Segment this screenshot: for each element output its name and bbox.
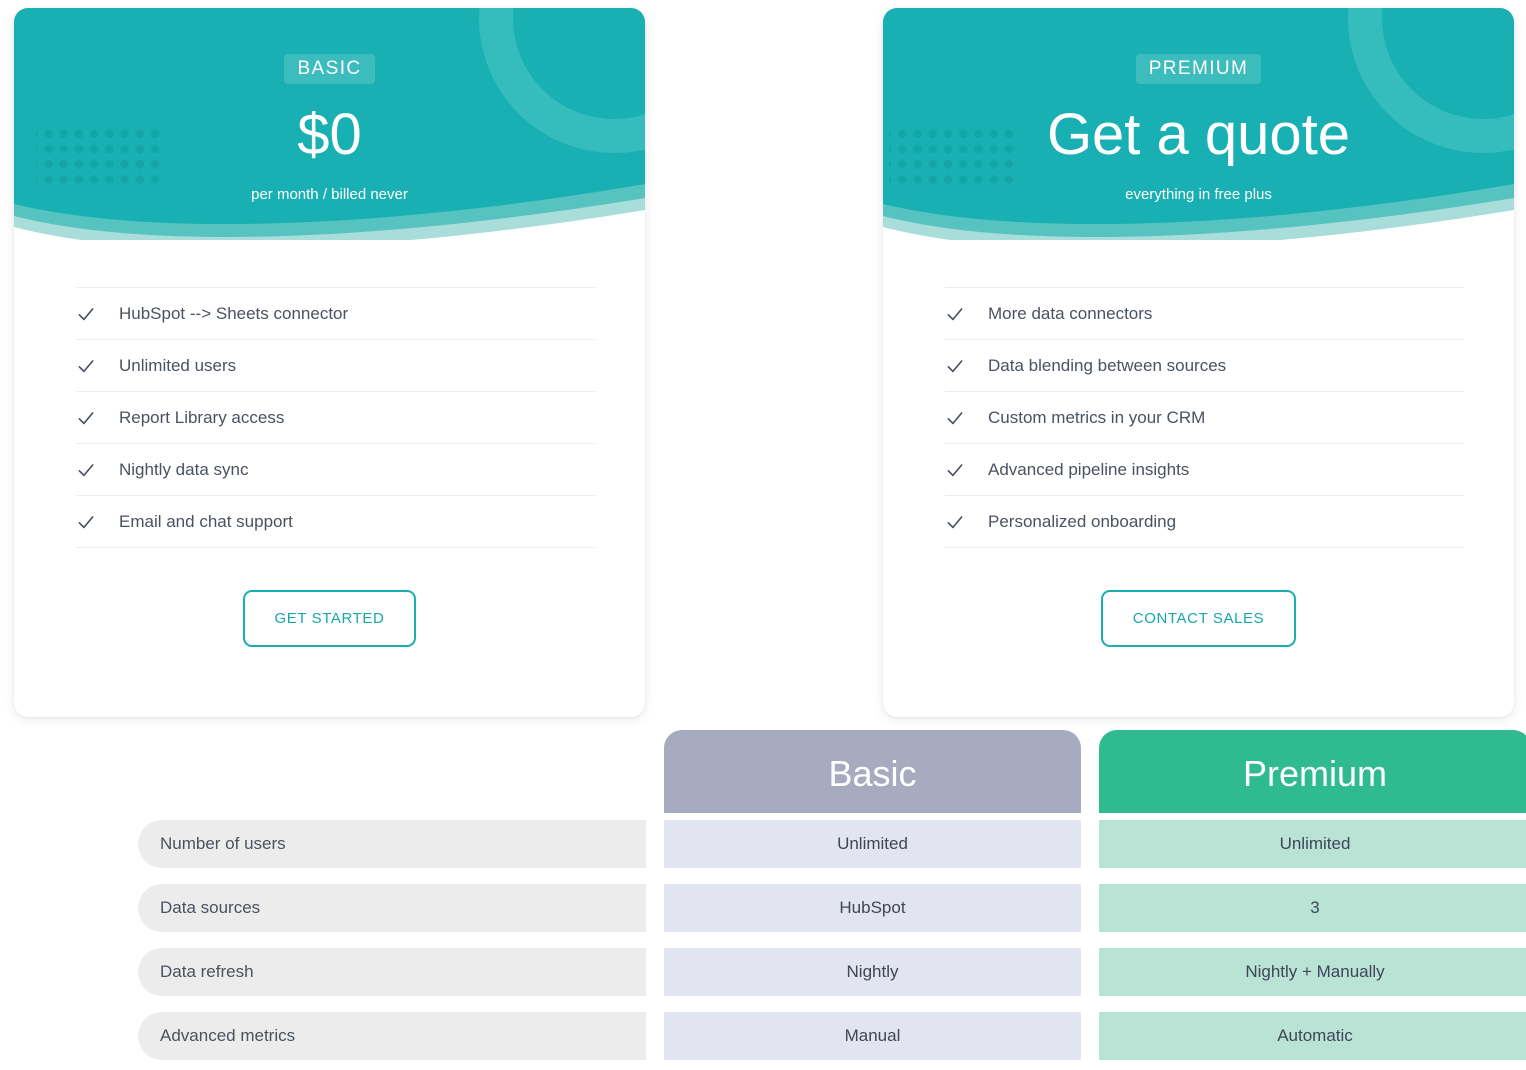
plan-subtitle-basic: per month / billed never <box>251 186 408 203</box>
feature-label: Report Library access <box>119 407 285 427</box>
pricing-page: BASIC $0 per month / billed never HubSpo… <box>0 0 1526 1070</box>
row-value-premium: Nightly + Manually <box>1099 948 1526 996</box>
check-icon <box>945 356 965 376</box>
feature-item: Data blending between sources <box>945 340 1464 392</box>
feature-label: Advanced pipeline insights <box>988 459 1190 479</box>
feature-label: Nightly data sync <box>119 459 249 479</box>
row-value-basic: Unlimited <box>664 820 1081 868</box>
plan-badge-basic: BASIC <box>284 54 375 84</box>
feature-list-basic: HubSpot --> Sheets connector Unlimited u… <box>76 287 595 548</box>
feature-item: More data connectors <box>945 288 1464 340</box>
check-icon <box>76 304 96 324</box>
check-icon <box>76 408 96 428</box>
comparison-header-basic: Basic <box>664 730 1081 813</box>
feature-item: Nightly data sync <box>76 444 595 496</box>
feature-item: Advanced pipeline insights <box>945 444 1464 496</box>
feature-item: HubSpot --> Sheets connector <box>76 288 595 340</box>
check-icon <box>945 460 965 480</box>
card-header-basic: BASIC $0 per month / billed never <box>14 8 645 240</box>
plan-price-premium: Get a quote <box>1046 102 1351 167</box>
table-row: Advanced metrics Manual Automatic <box>0 1005 1526 1068</box>
feature-label: Email and chat support <box>119 511 293 531</box>
card-header-content-basic: BASIC $0 per month / billed never <box>14 8 645 203</box>
feature-label: Data blending between sources <box>988 355 1227 375</box>
row-value-premium: Automatic <box>1099 1012 1526 1060</box>
feature-label: Personalized onboarding <box>988 511 1177 531</box>
plan-subtitle-premium: everything in free plus <box>1125 186 1272 203</box>
get-started-button[interactable]: GET STARTED <box>242 590 417 647</box>
feature-list-premium: More data connectors Data blending betwe… <box>945 287 1464 548</box>
feature-label: Custom metrics in your CRM <box>988 407 1206 427</box>
table-row: Number of users Unlimited Unlimited <box>0 813 1526 876</box>
feature-label: More data connectors <box>988 303 1153 323</box>
comparison-header-row: Basic Premium <box>0 730 1526 813</box>
pricing-card-premium: PREMIUM Get a quote everything in free p… <box>883 8 1514 717</box>
feature-label: Unlimited users <box>119 355 237 375</box>
check-icon <box>945 408 965 428</box>
feature-item: Unlimited users <box>76 340 595 392</box>
cta-container-premium: CONTACT SALES <box>883 590 1514 647</box>
check-icon <box>945 304 965 324</box>
card-header-premium: PREMIUM Get a quote everything in free p… <box>883 8 1514 240</box>
row-value-premium: 3 <box>1099 884 1526 932</box>
feature-item: Email and chat support <box>76 496 595 548</box>
cta-container-basic: GET STARTED <box>14 590 645 647</box>
table-row: Data refresh Nightly Nightly + Manually <box>0 941 1526 1004</box>
plan-price-basic: $0 <box>297 102 362 167</box>
plan-badge-premium: PREMIUM <box>1135 54 1262 84</box>
check-icon <box>945 512 965 532</box>
row-value-premium: Unlimited <box>1099 820 1526 868</box>
feature-item: Personalized onboarding <box>945 496 1464 548</box>
row-value-basic: Nightly <box>664 948 1081 996</box>
check-icon <box>76 460 96 480</box>
comparison-table: Basic Premium Number of users Unlimited … <box>0 730 1526 1070</box>
table-row: Data sources HubSpot 3 <box>0 877 1526 940</box>
check-icon <box>76 512 96 532</box>
row-label: Number of users <box>138 820 646 868</box>
row-value-basic: HubSpot <box>664 884 1081 932</box>
feature-label: HubSpot --> Sheets connector <box>119 303 349 323</box>
pricing-card-basic: BASIC $0 per month / billed never HubSpo… <box>14 8 645 717</box>
comparison-rows: Number of users Unlimited Unlimited Data… <box>0 813 1526 1069</box>
comparison-header-premium: Premium <box>1099 730 1526 813</box>
feature-item: Report Library access <box>76 392 595 444</box>
row-label: Data sources <box>138 884 646 932</box>
check-icon <box>76 356 96 376</box>
row-value-basic: Manual <box>664 1012 1081 1060</box>
contact-sales-button[interactable]: CONTACT SALES <box>1100 590 1297 647</box>
row-label: Data refresh <box>138 948 646 996</box>
row-label: Advanced metrics <box>138 1012 646 1060</box>
card-header-content-premium: PREMIUM Get a quote everything in free p… <box>883 8 1514 203</box>
feature-item: Custom metrics in your CRM <box>945 392 1464 444</box>
